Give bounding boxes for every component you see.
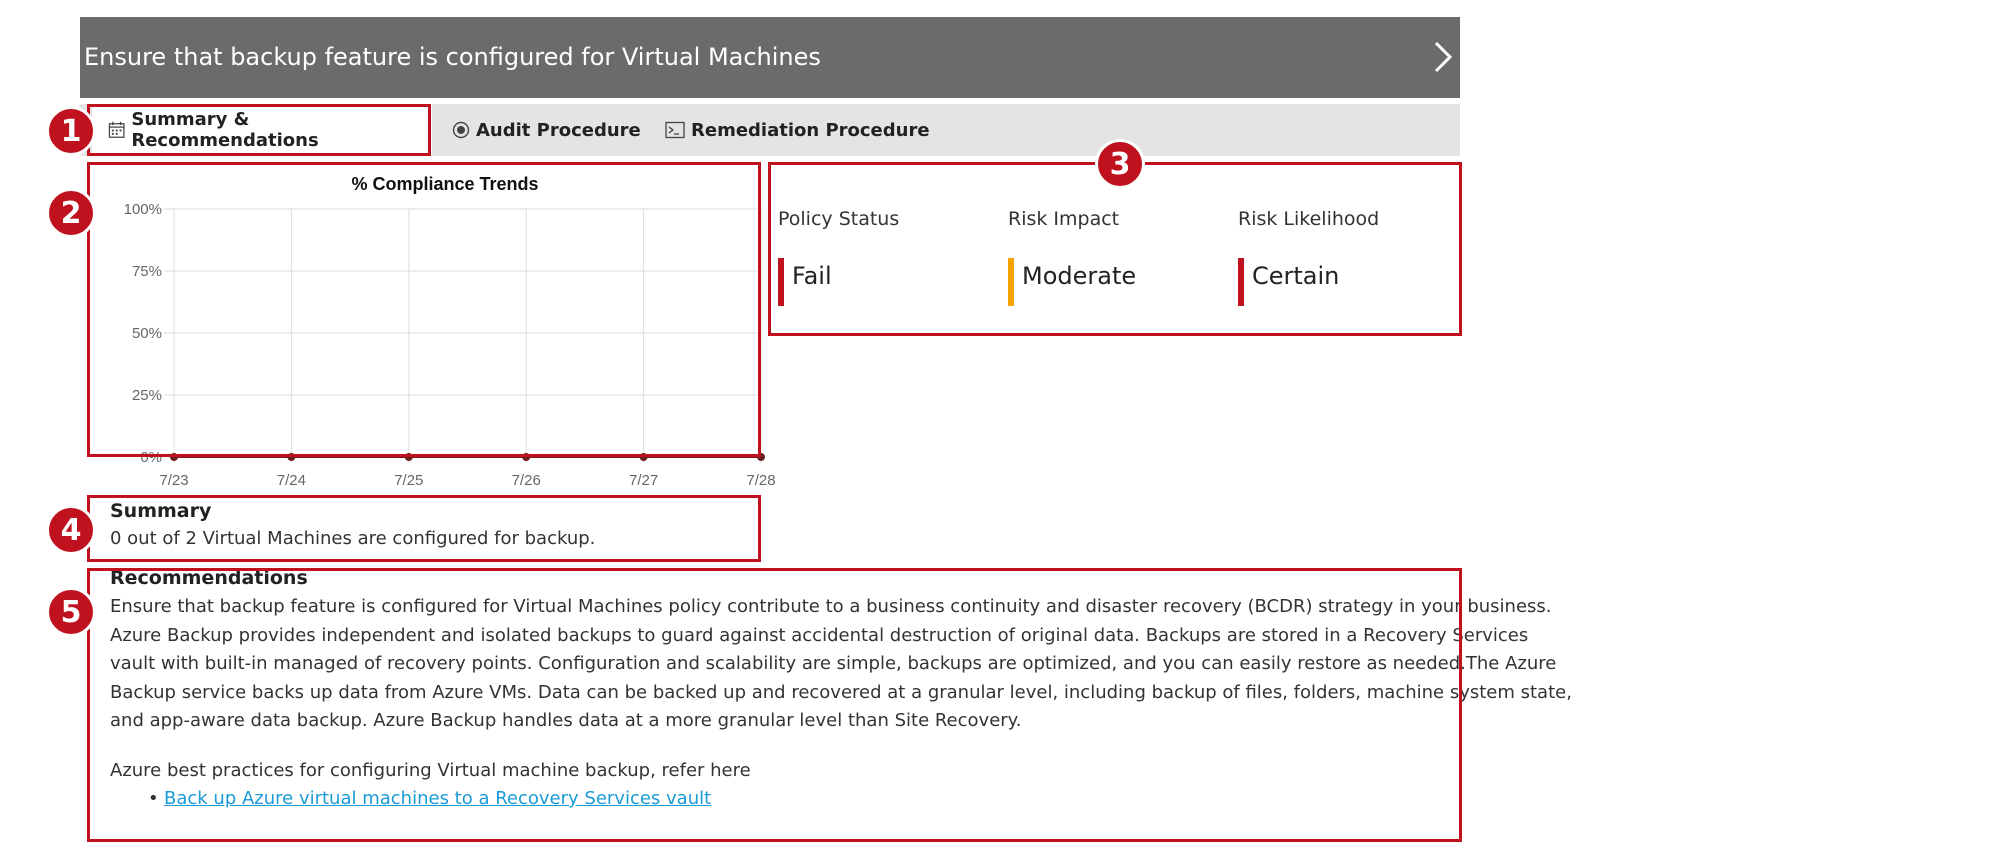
tab-remediation-procedure[interactable]: Remediation Procedure — [665, 104, 930, 156]
highlight-box-summary — [87, 495, 761, 562]
chevron-right-icon[interactable] — [1428, 37, 1456, 77]
chart-x-tick-label: 7/27 — [629, 472, 658, 489]
callout-badge-3: 3 — [1095, 139, 1145, 189]
chart-x-tick-label: 7/24 — [277, 472, 306, 489]
callout-badge-2: 2 — [46, 188, 96, 238]
chart-x-tick-label: 7/28 — [746, 472, 775, 489]
tab-label: Audit Procedure — [476, 119, 641, 141]
tab-audit-procedure[interactable]: Audit Procedure — [452, 104, 641, 156]
callout-badge-1: 1 — [46, 106, 96, 156]
callout-badge-5: 5 — [46, 587, 96, 637]
chart-x-tick-label: 7/23 — [159, 472, 188, 489]
callout-badge-4: 4 — [46, 505, 96, 555]
page-title: Ensure that backup feature is configured… — [84, 43, 821, 71]
tab-label: Remediation Procedure — [691, 119, 930, 141]
radio-target-icon — [452, 121, 470, 139]
page-header: Ensure that backup feature is configured… — [80, 17, 1460, 98]
chart-x-axis: 7/23 7/24 7/25 7/26 7/27 7/28 — [159, 472, 775, 489]
chart-x-tick-label: 7/26 — [512, 472, 541, 489]
highlight-box-tabs — [87, 104, 431, 156]
highlight-box-chart — [87, 162, 761, 457]
chart-x-tick-label: 7/25 — [394, 472, 423, 489]
terminal-icon — [665, 121, 685, 139]
highlight-box-recommendations — [87, 568, 1462, 842]
